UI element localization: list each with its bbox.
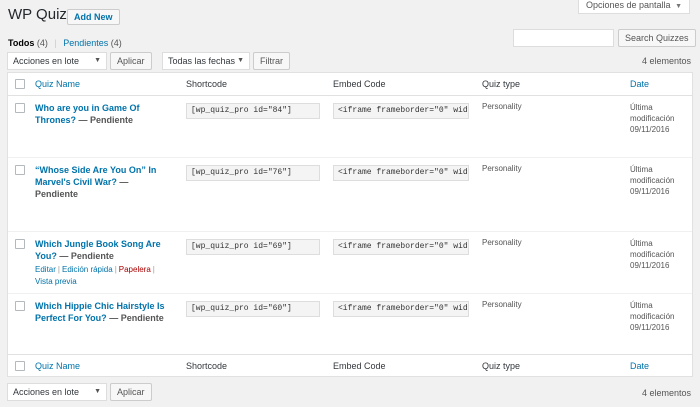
date-value: 09/11/2016 <box>630 187 670 196</box>
column-quiz-name[interactable]: Quiz Name <box>35 79 80 89</box>
column-date-footer[interactable]: Date <box>630 361 649 371</box>
column-shortcode-footer: Shortcode <box>186 361 228 371</box>
bulk-actions-select[interactable]: Acciones en lote ▼ <box>7 52 107 70</box>
quiz-type: Personality <box>482 238 522 247</box>
quiz-type: Personality <box>482 300 522 309</box>
quiz-title-link[interactable]: Which Hippie Chic Hairstyle Is Perfect F… <box>35 300 175 324</box>
view-all-label: Todos <box>8 38 35 48</box>
chevron-down-icon: ▼ <box>94 57 101 64</box>
quiz-title: “Whose Side Are You On” In Marvel's Civi… <box>35 165 157 187</box>
filter-button[interactable]: Filtrar <box>253 52 290 70</box>
edit-link[interactable]: Editar <box>35 265 56 274</box>
quiz-title-link[interactable]: Who are you in Game Of Thrones? — Pendie… <box>35 102 175 126</box>
date-value: 09/11/2016 <box>630 261 670 270</box>
column-quiz-type-footer: Quiz type <box>482 361 521 371</box>
add-new-button[interactable]: Add New <box>67 9 120 25</box>
chevron-down-icon: ▼ <box>675 3 682 10</box>
date-label: Última modificación <box>630 103 675 123</box>
view-all[interactable]: Todos (4) <box>8 38 48 48</box>
embed-code-field[interactable]: <iframe frameborder="0" width <box>333 165 469 181</box>
quiz-title-link[interactable]: “Whose Side Are You On” In Marvel's Civi… <box>35 164 165 200</box>
date-value: 09/11/2016 <box>630 323 670 332</box>
preview-link[interactable]: Vista previa <box>35 277 77 286</box>
quiz-title-link[interactable]: Which Jungle Book Song Are You? — Pendie… <box>35 238 175 262</box>
date-value: 09/11/2016 <box>630 125 670 134</box>
post-state: — Pendiente <box>109 313 164 323</box>
search-input[interactable] <box>513 29 614 47</box>
table-footer: Quiz Name Shortcode Embed Code Quiz type… <box>8 354 692 377</box>
table-row: Who are you in Game Of Thrones? — Pendie… <box>8 96 692 158</box>
embed-code-field[interactable]: <iframe frameborder="0" width <box>333 301 469 317</box>
embed-code-field[interactable]: <iframe frameborder="0" width <box>333 103 469 119</box>
view-separator: | <box>54 38 57 48</box>
shortcode-field[interactable]: [wp_quiz_pro id="76"] <box>186 165 320 181</box>
date-label: Última modificación <box>630 301 675 321</box>
post-state: — Pendiente <box>59 251 114 261</box>
action-separator: | <box>114 265 117 274</box>
view-pending[interactable]: Pendientes (4) <box>63 38 122 48</box>
row-checkbox[interactable] <box>15 103 25 113</box>
column-quiz-name-footer[interactable]: Quiz Name <box>35 361 80 371</box>
status-views: Todos (4) | Pendientes (4) <box>8 38 122 48</box>
date-label: Última modificación <box>630 239 675 259</box>
row-checkbox[interactable] <box>15 301 25 311</box>
bulk-actions-value: Acciones en lote <box>13 387 80 397</box>
column-embed-code: Embed Code <box>333 79 386 89</box>
shortcode-field[interactable]: [wp_quiz_pro id="69"] <box>186 239 320 255</box>
row-actions-preview: Vista previa <box>35 277 77 286</box>
quiz-type: Personality <box>482 102 522 111</box>
chevron-down-icon: ▼ <box>94 388 101 395</box>
column-date[interactable]: Date <box>630 79 649 89</box>
date-cell: Última modificación 09/11/2016 <box>630 238 690 271</box>
shortcode-field[interactable]: [wp_quiz_pro id="84"] <box>186 103 320 119</box>
select-all-checkbox[interactable] <box>15 79 25 89</box>
date-filter-select[interactable]: Todas las fechas ▼ <box>162 52 250 70</box>
apply-button[interactable]: Aplicar <box>110 52 152 70</box>
screen-options-toggle[interactable]: Opciones de pantalla ▼ <box>578 0 690 14</box>
date-cell: Última modificación 09/11/2016 <box>630 102 690 135</box>
select-all-checkbox-footer[interactable] <box>15 361 25 371</box>
column-shortcode: Shortcode <box>186 79 228 89</box>
action-separator: | <box>152 265 155 274</box>
quiz-table: Quiz Name Shortcode Embed Code Quiz type… <box>7 72 693 377</box>
trash-link[interactable]: Papelera <box>119 265 151 274</box>
post-state: — Pendiente <box>78 115 134 125</box>
embed-code-field[interactable]: <iframe frameborder="0" width <box>333 239 469 255</box>
bulk-actions-select-bottom[interactable]: Acciones en lote ▼ <box>7 383 107 401</box>
view-all-count: (4) <box>36 38 48 48</box>
shortcode-field[interactable]: [wp_quiz_pro id="60"] <box>186 301 320 317</box>
date-cell: Última modificación 09/11/2016 <box>630 300 690 333</box>
row-actions: Editar | Edición rápida | Papelera | <box>35 265 157 274</box>
items-count-bottom: 4 elementos <box>641 388 691 398</box>
chevron-down-icon: ▼ <box>237 57 244 64</box>
action-separator: | <box>57 265 60 274</box>
table-row: “Whose Side Are You On” In Marvel's Civi… <box>8 158 692 232</box>
apply-button-bottom[interactable]: Aplicar <box>110 383 152 401</box>
date-cell: Última modificación 09/11/2016 <box>630 164 690 197</box>
date-filter-value: Todas las fechas <box>168 56 236 66</box>
column-quiz-type: Quiz type <box>482 79 521 89</box>
column-embed-code-footer: Embed Code <box>333 361 386 371</box>
items-count: 4 elementos <box>641 56 691 66</box>
quick-edit-link[interactable]: Edición rápida <box>62 265 113 274</box>
row-checkbox[interactable] <box>15 239 25 249</box>
view-pending-label: Pendientes <box>63 38 109 48</box>
screen-options-label: Opciones de pantalla <box>585 0 671 10</box>
row-checkbox[interactable] <box>15 165 25 175</box>
search-button[interactable]: Search Quizzes <box>618 29 696 47</box>
page-title: WP Quiz <box>8 6 67 23</box>
table-row: Which Jungle Book Song Are You? — Pendie… <box>8 232 692 294</box>
quiz-type: Personality <box>482 164 522 173</box>
date-label: Última modificación <box>630 165 675 185</box>
table-header: Quiz Name Shortcode Embed Code Quiz type… <box>8 73 692 96</box>
table-row: Which Hippie Chic Hairstyle Is Perfect F… <box>8 294 692 354</box>
bulk-actions-value: Acciones en lote <box>13 56 80 66</box>
view-pending-count: (4) <box>110 38 122 48</box>
